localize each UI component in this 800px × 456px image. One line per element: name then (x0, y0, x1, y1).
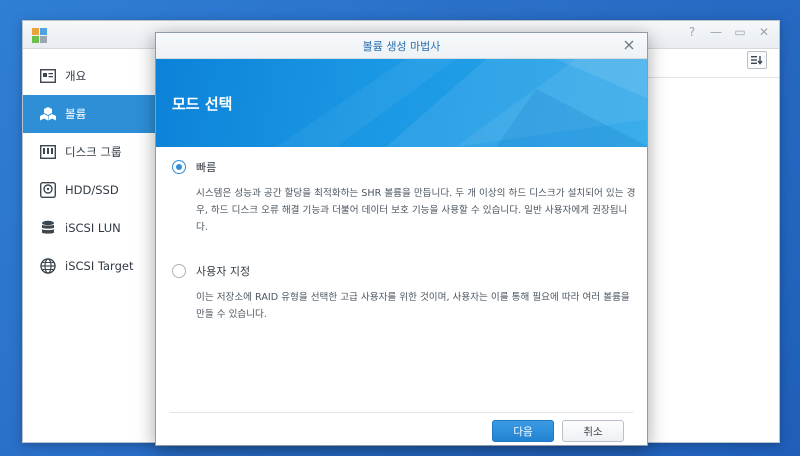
maximize-icon[interactable]: ▭ (733, 25, 747, 39)
help-icon[interactable]: ? (685, 25, 699, 39)
radio-custom[interactable] (172, 264, 186, 278)
dialog-close-button[interactable] (621, 37, 637, 53)
sidebar: 개요 볼륨 디스크 그룹 HDD/SSD iSCSI LUN iSCSI Tar… (23, 57, 155, 285)
sidebar-item-iscsi-lun[interactable]: iSCSI LUN (23, 209, 155, 247)
option-quick-description: 시스템은 성능과 공간 할당을 최적화하는 SHR 볼륨을 만듭니다. 두 개 … (196, 188, 636, 233)
window-controls: ? — ▭ ✕ (685, 25, 771, 39)
option-quick: 빠름 시스템은 성능과 공간 할당을 최적화하는 SHR 볼륨을 만듭니다. 두… (172, 159, 635, 236)
option-custom-description: 이는 저장소에 RAID 유형을 선택한 고급 사용자를 위한 것이며, 사용자… (196, 292, 630, 320)
sidebar-item-iscsi-target[interactable]: iSCSI Target (23, 247, 155, 285)
minimize-icon[interactable]: — (709, 25, 723, 39)
hdd-icon (39, 181, 57, 199)
disk-group-icon (39, 143, 57, 161)
banner-title: 모드 선택 (172, 95, 233, 113)
next-button[interactable]: 다음 (492, 420, 554, 442)
sidebar-item-volume[interactable]: 볼륨 (23, 95, 155, 133)
close-icon (624, 40, 634, 50)
sort-button[interactable] (747, 51, 767, 69)
sidebar-item-label: 디스크 그룹 (65, 145, 122, 159)
sort-icon (751, 56, 763, 65)
sidebar-item-label: HDD/SSD (65, 183, 119, 197)
overview-icon (39, 67, 57, 85)
volume-icon (39, 105, 57, 123)
radio-quick[interactable] (172, 160, 186, 174)
wizard-banner: 모드 선택 (156, 59, 647, 147)
option-custom: 사용자 지정 이는 저장소에 RAID 유형을 선택한 고급 사용자를 위한 것… (172, 263, 632, 323)
dialog-title: 볼륨 생성 마법사 (362, 39, 441, 53)
sidebar-item-disk-group[interactable]: 디스크 그룹 (23, 133, 155, 171)
close-icon[interactable]: ✕ (757, 25, 771, 39)
option-custom-label[interactable]: 사용자 지정 (196, 263, 250, 279)
target-icon (39, 257, 57, 275)
sidebar-item-label: 개요 (65, 69, 87, 83)
option-quick-label[interactable]: 빠름 (196, 159, 216, 175)
cancel-button[interactable]: 취소 (562, 420, 624, 442)
sidebar-item-label: iSCSI LUN (65, 221, 121, 235)
footer-divider (170, 412, 633, 413)
sidebar-item-label: 볼륨 (65, 107, 87, 121)
sidebar-item-overview[interactable]: 개요 (23, 57, 155, 95)
dialog-titlebar: 볼륨 생성 마법사 (156, 33, 647, 59)
storage-manager-app-icon (31, 26, 49, 44)
create-volume-wizard-dialog: 볼륨 생성 마법사 모드 선택 빠름 시스템은 성능과 공간 할당을 최적화하는… (155, 32, 648, 446)
lun-icon (39, 219, 57, 237)
sidebar-item-hdd-ssd[interactable]: HDD/SSD (23, 171, 155, 209)
sidebar-item-label: iSCSI Target (65, 259, 134, 273)
